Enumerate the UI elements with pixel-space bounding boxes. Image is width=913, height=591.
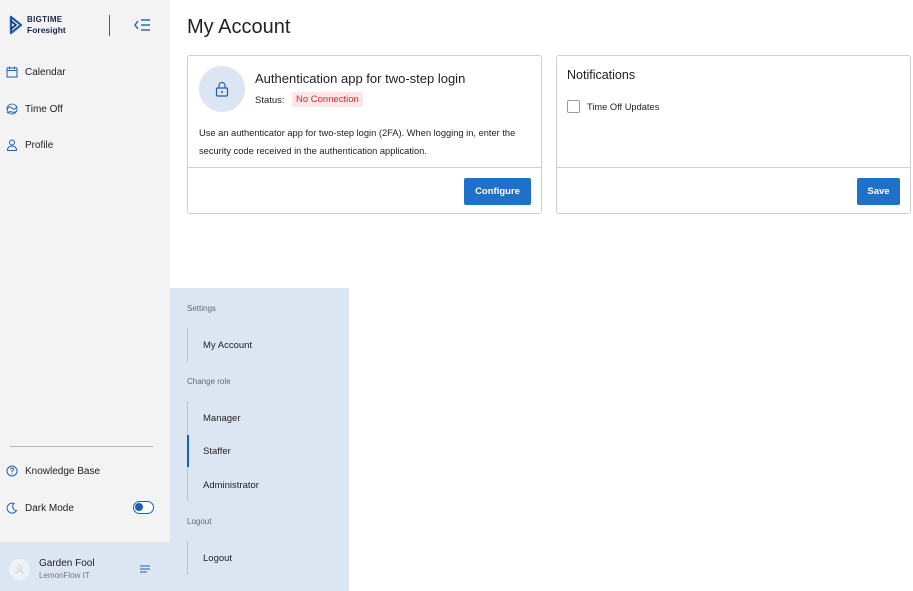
menu-item-logout[interactable]: Logout (203, 553, 232, 564)
menu-section-change-role: Change role (187, 377, 231, 386)
status-badge: No Connection (292, 92, 363, 107)
sidebar: BIGTIME Foresight Calendar Time Off Prof… (0, 0, 170, 591)
save-button[interactable]: Save (857, 178, 900, 205)
sidebar-divider (10, 446, 153, 447)
user-org: LemonFlow IT (39, 571, 90, 580)
menu-item-administrator[interactable]: Administrator (203, 480, 259, 491)
sidebar-item-label: Calendar (25, 66, 66, 78)
time-off-icon (6, 103, 18, 115)
lock-badge (199, 66, 245, 112)
logo-divider (109, 15, 110, 36)
menu-section-settings: Settings (187, 304, 216, 313)
notifications-title: Notifications (567, 68, 636, 82)
checkbox-label: Time Off Updates (587, 102, 660, 112)
brand-logo[interactable]: BIGTIME Foresight (9, 15, 66, 35)
lock-icon (215, 81, 229, 97)
status-label: Status: (255, 95, 285, 106)
menu-item-my-account[interactable]: My Account (203, 340, 252, 351)
user-icon (6, 139, 18, 151)
dark-mode-label: Dark Mode (25, 502, 74, 514)
sidebar-item-time-off[interactable]: Time Off (6, 103, 63, 115)
user-card[interactable]: Garden Fool LemonFlow IT (0, 542, 170, 591)
sidebar-item-knowledge-base[interactable]: Knowledge Base (6, 465, 100, 477)
auth-card-title: Authentication app for two-step login (255, 71, 466, 86)
menu-item-staffer[interactable]: Staffer (203, 446, 231, 457)
user-settings-menu: Settings My Account Change role Manager … (170, 288, 349, 591)
sidebar-item-dark-mode: Dark Mode (6, 502, 74, 514)
collapse-sidebar-icon[interactable] (133, 17, 151, 33)
sidebar-item-label: Time Off (25, 103, 63, 115)
auth-description: Use an authenticator app for two-step lo… (199, 128, 516, 156)
menu-section-logout: Logout (187, 517, 212, 526)
menu-item-manager[interactable]: Manager (203, 413, 241, 424)
logo-icon (9, 15, 23, 35)
brand-product: Foresight (27, 25, 66, 35)
toggle-knob (135, 503, 143, 511)
avatar (9, 559, 30, 580)
menu-group-line (187, 541, 188, 575)
calendar-icon (6, 66, 18, 78)
menu-group-line (187, 328, 188, 362)
help-icon (6, 465, 18, 477)
sidebar-item-calendar[interactable]: Calendar (6, 66, 66, 78)
card-divider (557, 167, 910, 168)
time-off-updates-checkbox[interactable] (567, 100, 580, 113)
user-name: Garden Fool (39, 558, 95, 569)
knowledge-base-label: Knowledge Base (25, 465, 101, 477)
auth-app-card: Authentication app for two-step login St… (187, 55, 542, 214)
sidebar-item-label: Profile (25, 139, 54, 151)
menu-icon[interactable] (139, 563, 151, 575)
avatar-icon (15, 565, 24, 575)
page-title: My Account (187, 16, 291, 38)
sidebar-item-profile[interactable]: Profile (6, 139, 53, 151)
active-role-indicator (187, 435, 189, 467)
card-divider (188, 167, 541, 168)
moon-icon (6, 502, 18, 514)
brand-name: BIGTIME (27, 15, 63, 24)
dark-mode-toggle[interactable] (133, 501, 154, 514)
configure-button[interactable]: Configure (464, 178, 531, 205)
notifications-card: Notifications Time Off Updates Save (556, 55, 911, 214)
